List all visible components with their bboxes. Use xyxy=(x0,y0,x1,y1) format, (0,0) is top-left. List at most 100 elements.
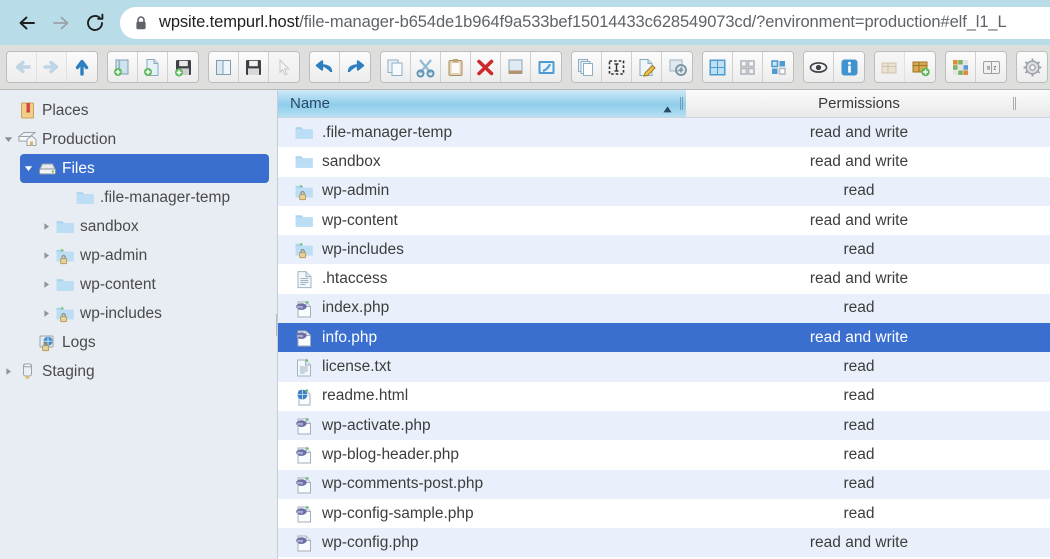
table-row[interactable]: php wp-config.php read and write xyxy=(278,528,1050,558)
forward-button[interactable] xyxy=(37,52,67,82)
file-name-cell: readme.html xyxy=(278,387,686,406)
file-name-label: sandbox xyxy=(322,152,381,170)
open-button[interactable] xyxy=(209,52,239,82)
settings-button[interactable] xyxy=(1017,52,1047,82)
chevron-right-icon[interactable] xyxy=(38,251,54,260)
table-row[interactable]: php info.php read and write xyxy=(278,323,1050,353)
table-row[interactable]: .file-manager-temp read and write xyxy=(278,118,1050,148)
browser-back-button[interactable] xyxy=(10,6,44,40)
browser-forward-button[interactable] xyxy=(44,6,78,40)
table-row[interactable]: wp-includes read xyxy=(278,235,1050,265)
file-list: Name Permissions .file-manager-temp read… xyxy=(278,90,1050,559)
clipboard-icon-button[interactable] xyxy=(441,52,471,82)
permissions-grid-button[interactable] xyxy=(946,52,976,82)
info-button[interactable] xyxy=(834,52,864,82)
drive-icon xyxy=(36,160,58,177)
file-name-label: .file-manager-temp xyxy=(322,123,453,141)
undo-button[interactable] xyxy=(310,52,340,82)
file-permissions-cell: read and write xyxy=(809,533,909,551)
view-icons-button[interactable] xyxy=(733,52,763,82)
create-archive-button[interactable] xyxy=(905,52,935,82)
up-button[interactable] xyxy=(67,52,97,82)
table-row[interactable]: php wp-blog-header.php read xyxy=(278,440,1050,470)
table-row[interactable]: sandbox read and write xyxy=(278,147,1050,177)
table-row[interactable]: wp-admin read xyxy=(278,176,1050,206)
svg-text:php: php xyxy=(297,510,303,514)
sidebar-item-label: wp-includes xyxy=(80,304,162,322)
table-row[interactable]: .htaccess read and write xyxy=(278,264,1050,294)
file-name-label: wp-activate.php xyxy=(322,416,431,434)
sidebar-item-production[interactable]: Production xyxy=(0,125,269,154)
file-name-cell: wp-content xyxy=(278,212,686,230)
sidebar-item-label: Places xyxy=(42,101,89,119)
chevron-right-icon[interactable] xyxy=(38,280,54,289)
file-permissions-cell: read and write xyxy=(809,270,909,288)
toolbar-group-preferences xyxy=(1016,51,1048,83)
toolbar-group-archive xyxy=(874,51,936,83)
column-header-name[interactable]: Name xyxy=(278,90,686,117)
file-name-cell: php index.php xyxy=(278,299,686,318)
sidebar-item-places[interactable]: Places xyxy=(0,96,269,125)
upload-button[interactable] xyxy=(168,52,198,82)
sidebar-item-logs[interactable]: Logs xyxy=(20,328,269,357)
chevron-down-icon[interactable] xyxy=(20,164,36,173)
rename-box-button[interactable] xyxy=(602,52,632,82)
back-button[interactable] xyxy=(7,52,37,82)
sidebar-item-label: wp-content xyxy=(80,275,156,293)
sidebar-item-sandbox[interactable]: sandbox xyxy=(38,212,269,241)
edit-pencil-button[interactable] xyxy=(632,52,662,82)
chevron-down-icon[interactable] xyxy=(0,135,16,144)
table-row[interactable]: license.txt read xyxy=(278,352,1050,382)
column-resize-handle[interactable] xyxy=(680,97,683,110)
table-row[interactable]: readme.html read xyxy=(278,381,1050,411)
redo-button[interactable] xyxy=(340,52,370,82)
view-list-button[interactable] xyxy=(703,52,733,82)
column-header-permissions[interactable]: Permissions xyxy=(686,90,1050,117)
sidebar-item-files[interactable]: Files xyxy=(20,154,269,183)
table-row[interactable]: wp-content read and write xyxy=(278,205,1050,236)
table-row[interactable]: php index.php read xyxy=(278,293,1050,324)
new-folder-button[interactable] xyxy=(108,52,138,82)
text-file-icon xyxy=(292,358,316,377)
delete-button[interactable] xyxy=(471,52,501,82)
file-name-label: index.php xyxy=(322,299,390,317)
duplicate-button[interactable] xyxy=(572,52,602,82)
dictionary-button[interactable]: a z xyxy=(976,52,1006,82)
php-file-icon: php xyxy=(292,416,316,435)
scissors-icon-button[interactable] xyxy=(411,52,441,82)
table-row[interactable]: php wp-config-sample.php read xyxy=(278,498,1050,529)
empty-folder-button[interactable] xyxy=(501,52,531,82)
php-file-icon: php xyxy=(292,475,316,494)
lock-icon[interactable] xyxy=(134,15,148,31)
sidebar-item-wp-admin[interactable]: wp-admin xyxy=(38,241,269,270)
table-row[interactable]: php wp-comments-post.php read xyxy=(278,469,1050,499)
file-name-cell: php wp-config.php xyxy=(278,533,686,552)
text-file-icon xyxy=(292,270,316,289)
sidebar-item-label: Logs xyxy=(62,333,96,351)
file-permissions-cell: read xyxy=(843,445,875,463)
toolbar-group-edit xyxy=(571,51,693,83)
chevron-right-icon[interactable] xyxy=(38,309,54,318)
column-resize-handle[interactable] xyxy=(1013,97,1016,110)
url-text: wpsite.tempurl.host/file-manager-b654de1… xyxy=(159,13,1007,32)
toolbar-group-clipboard xyxy=(380,51,562,83)
quicklook-button[interactable] xyxy=(531,52,561,82)
sidebar-item-staging[interactable]: Staging xyxy=(0,357,269,386)
copy-icon-button[interactable] xyxy=(381,52,411,82)
extract-archive-button[interactable] xyxy=(875,52,905,82)
download-button[interactable] xyxy=(239,52,269,82)
new-file-button[interactable] xyxy=(138,52,168,82)
chevron-right-icon[interactable] xyxy=(0,367,16,376)
address-bar[interactable]: wpsite.tempurl.host/file-manager-b654de1… xyxy=(120,6,1050,39)
select-button[interactable] xyxy=(269,52,299,82)
file-name-cell: php info.php xyxy=(278,328,686,347)
sidebar-item-file-manager-temp[interactable]: .file-manager-temp xyxy=(58,183,269,212)
table-row[interactable]: php wp-activate.php read xyxy=(278,410,1050,441)
resize-image-button[interactable] xyxy=(662,52,692,82)
eye-button[interactable] xyxy=(804,52,834,82)
chevron-right-icon[interactable] xyxy=(38,222,54,231)
sidebar-item-wp-content[interactable]: wp-content xyxy=(38,270,269,299)
sidebar-item-wp-includes[interactable]: wp-includes xyxy=(38,299,269,328)
browser-reload-button[interactable] xyxy=(78,6,112,40)
view-mixed-button[interactable] xyxy=(763,52,793,82)
